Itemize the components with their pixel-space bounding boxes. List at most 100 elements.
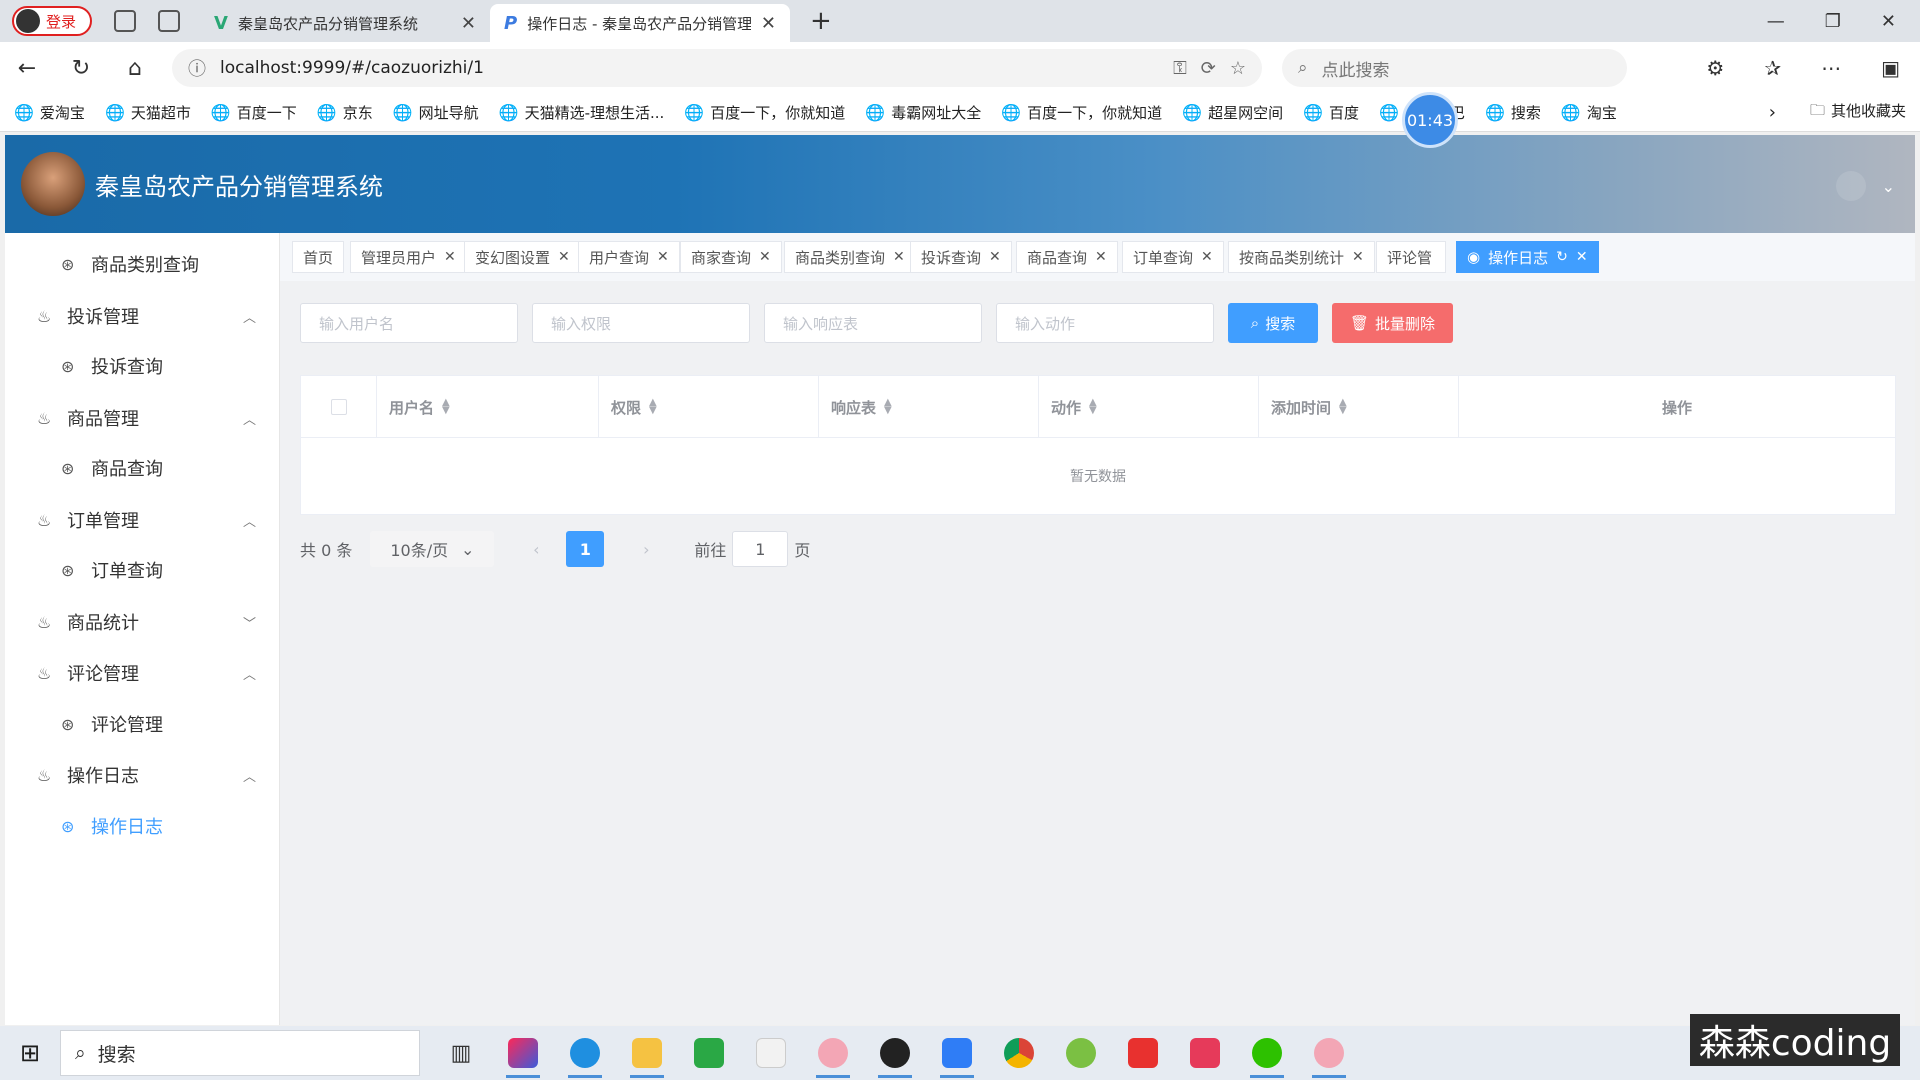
sort-icon[interactable]: ▲ ▼: [442, 398, 450, 416]
windows-start-icon[interactable]: ⊞: [0, 1039, 60, 1067]
close-icon[interactable]: ✕: [461, 13, 476, 34]
sidebar-icon[interactable]: ▣: [1881, 56, 1900, 80]
goto-input[interactable]: 1: [732, 531, 789, 567]
bookmark-item[interactable]: 🌐 毒霸网址大全: [865, 102, 981, 123]
page-size-select[interactable]: 10条/页 ⌄: [370, 531, 495, 567]
sidebar-item-complaint-query[interactable]: ⊛ 投诉查询: [5, 341, 280, 391]
tag-comment[interactable]: 评论管: [1376, 241, 1446, 273]
close-icon[interactable]: ✕: [759, 249, 771, 265]
sidebar-group-stats[interactable]: ♨ 商品统计 ﹀: [5, 597, 280, 647]
sidebar-item-category-query[interactable]: ⊛ 商品类别查询: [5, 239, 280, 289]
tag-category-stats[interactable]: 按商品类别统计 ✕: [1228, 241, 1375, 273]
tag-home[interactable]: 首页: [292, 241, 345, 273]
close-icon[interactable]: ✕: [558, 249, 570, 265]
browser-tab-2[interactable]: P 操作日志 - 秦皇岛农产品分销管理 ✕: [490, 4, 790, 42]
bookmark-item[interactable]: 🌐 百度一下，你就知道: [1001, 102, 1162, 123]
tag-carousel[interactable]: 变幻图设置 ✕: [464, 241, 581, 273]
next-page-icon[interactable]: ›: [628, 540, 664, 559]
chevron-right-icon[interactable]: ›: [1769, 102, 1776, 123]
sidebar-group-log[interactable]: ♨ 操作日志 ︿: [5, 750, 280, 800]
other-bookmarks[interactable]: 🗀 其他收藏夹: [1810, 100, 1906, 125]
username-input[interactable]: 输入用户名: [300, 303, 518, 343]
close-icon[interactable]: ✕: [657, 249, 669, 265]
sidebar-item-operation-log[interactable]: ⊛ 操作日志: [5, 801, 280, 851]
avatar[interactable]: [1835, 171, 1866, 201]
star-icon[interactable]: ☆: [1230, 58, 1246, 79]
bookmark-item[interactable]: 🌐 京东: [317, 102, 373, 123]
chevron-down-icon[interactable]: ⌄: [1882, 177, 1895, 196]
notepad-icon[interactable]: [740, 1026, 802, 1080]
sidebar-group-comment[interactable]: ♨ 评论管理 ︿: [5, 648, 280, 698]
login-button[interactable]: 登录: [12, 6, 92, 36]
bookmark-item[interactable]: 🌐 网址导航: [393, 102, 479, 123]
taskbar-search[interactable]: ⌕ 搜索: [60, 1030, 420, 1076]
qq-user-icon-2[interactable]: [1298, 1026, 1360, 1080]
refresh-icon[interactable]: ↻: [1556, 249, 1568, 265]
wechat-icon[interactable]: [1236, 1026, 1298, 1080]
column-response-table[interactable]: 响应表 ▲ ▼: [819, 376, 1039, 438]
table-input[interactable]: 输入响应表: [764, 303, 982, 343]
select-all-checkbox[interactable]: [330, 399, 347, 415]
hbuilder-icon[interactable]: [678, 1026, 740, 1080]
qq-user-icon[interactable]: [802, 1026, 864, 1080]
tag-admin-user[interactable]: 管理员用户 ✕: [350, 241, 467, 273]
tag-merchant-query[interactable]: 商家查询 ✕: [680, 241, 782, 273]
bookmark-item[interactable]: 🌐 百度一下，你就知道: [684, 102, 845, 123]
timer-badge[interactable]: 01:43: [1402, 92, 1458, 148]
bookmark-item[interactable]: 🌐 爱淘宝: [14, 102, 85, 123]
page-number[interactable]: 1: [566, 531, 605, 567]
intellij-icon[interactable]: [492, 1026, 554, 1080]
sidebar-group-goods[interactable]: ♨ 商品管理 ︿: [5, 393, 280, 443]
sort-icon[interactable]: ▲ ▼: [1339, 398, 1347, 416]
minimize-icon[interactable]: —: [1767, 11, 1785, 32]
url-field[interactable]: ⓘ localhost:9999/#/caozuorizhi/1 ⚿ ⟳ ☆: [172, 49, 1262, 87]
favorites-icon[interactable]: ✰: [1764, 56, 1781, 80]
info-icon[interactable]: ⓘ: [188, 55, 206, 81]
close-icon[interactable]: ✕: [444, 249, 456, 265]
app-green-icon[interactable]: [1050, 1026, 1112, 1080]
tag-order-query[interactable]: 订单查询 ✕: [1122, 241, 1224, 273]
tag-category-query[interactable]: 商品类别查询 ✕: [784, 241, 916, 273]
sidebar-item-goods-query[interactable]: ⊛ 商品查询: [5, 443, 280, 493]
qq-icon[interactable]: [864, 1026, 926, 1080]
sidebar-item-order-query[interactable]: ⊛ 订单查询: [5, 545, 280, 595]
tag-operation-log[interactable]: ◉ 操作日志 ↻ ✕: [1456, 241, 1599, 273]
file-explorer-icon[interactable]: [616, 1026, 678, 1080]
sort-icon[interactable]: ▲ ▼: [1089, 398, 1097, 416]
url-text[interactable]: localhost:9999/#/caozuorizhi/1: [220, 58, 1159, 78]
sort-icon[interactable]: ▲ ▼: [649, 398, 657, 416]
tencent-meeting-icon[interactable]: [926, 1026, 988, 1080]
close-icon[interactable]: ✕: [1576, 249, 1588, 265]
app-red-icon[interactable]: [1174, 1026, 1236, 1080]
close-icon[interactable]: ✕: [893, 249, 905, 265]
close-icon[interactable]: ✕: [761, 13, 776, 34]
bookmark-item[interactable]: 🌐 百度一下: [211, 102, 297, 123]
close-window-icon[interactable]: ✕: [1881, 11, 1896, 32]
collections-icon[interactable]: [114, 10, 136, 32]
refresh-icon[interactable]: ↻: [54, 56, 108, 81]
column-add-time[interactable]: 添加时间 ▲ ▼: [1259, 376, 1459, 438]
column-permission[interactable]: 权限 ▲ ▼: [599, 376, 819, 438]
batch-delete-button[interactable]: 🗑 批量删除: [1332, 303, 1453, 343]
sidebar-item-comment-manage[interactable]: ⊛ 评论管理: [5, 699, 280, 749]
wps-icon[interactable]: [1112, 1026, 1174, 1080]
column-username[interactable]: 用户名 ▲ ▼: [377, 376, 599, 438]
bookmark-item[interactable]: 🌐 超星网空间: [1182, 102, 1283, 123]
browser-search-field[interactable]: ⌕ 点此搜索: [1282, 49, 1627, 87]
sidebar-group-complaint[interactable]: ♨ 投诉管理 ︿: [5, 291, 280, 341]
back-icon[interactable]: ←: [0, 56, 54, 81]
prev-page-icon[interactable]: ‹: [518, 540, 554, 559]
tag-goods-query[interactable]: 商品查询 ✕: [1016, 241, 1118, 273]
column-action[interactable]: 动作 ▲ ▼: [1039, 376, 1259, 438]
action-input[interactable]: 输入动作: [996, 303, 1214, 343]
sort-icon[interactable]: ▲ ▼: [884, 398, 892, 416]
close-icon[interactable]: ✕: [989, 249, 1001, 265]
key-icon[interactable]: ⚿: [1173, 58, 1187, 79]
bookmark-item[interactable]: 🌐 天猫精选-理想生活...: [499, 102, 665, 123]
bookmark-item[interactable]: 🌐 淘宝: [1561, 102, 1617, 123]
edge-icon[interactable]: [554, 1026, 616, 1080]
translate-icon[interactable]: ⟳: [1201, 58, 1216, 79]
tag-user-query[interactable]: 用户查询 ✕: [578, 241, 680, 273]
close-icon[interactable]: ✕: [1352, 249, 1364, 265]
task-view-icon[interactable]: ▥: [430, 1026, 492, 1080]
